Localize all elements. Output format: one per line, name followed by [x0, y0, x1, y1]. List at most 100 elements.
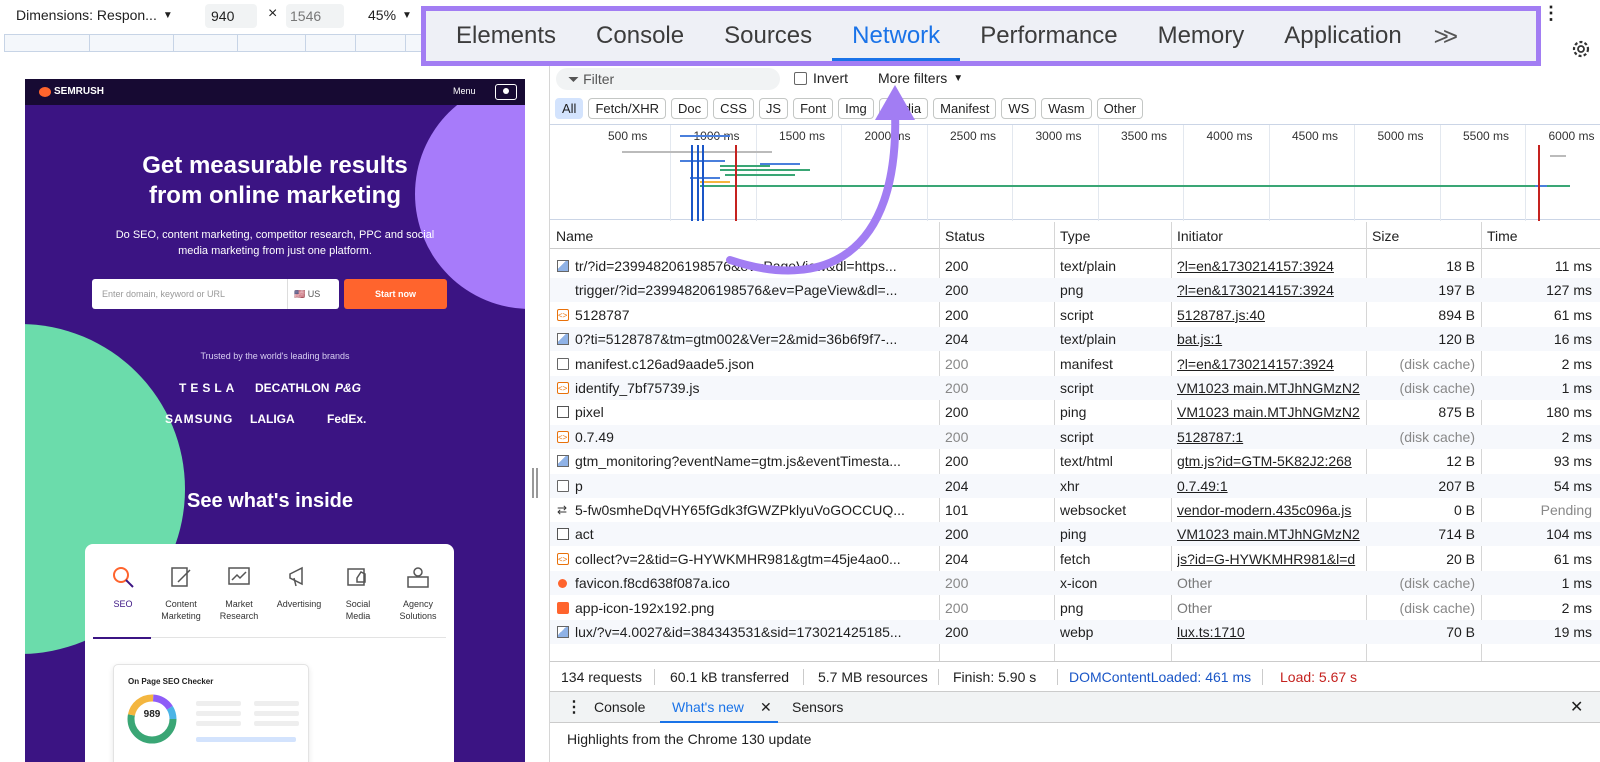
- drawer-tab-console[interactable]: Console: [594, 692, 645, 723]
- filter-chip-css[interactable]: CSS: [713, 98, 754, 119]
- column-header-size[interactable]: Size: [1372, 228, 1399, 244]
- table-row[interactable]: trigger/?id=239948206198576&ev=PageView&…: [550, 278, 1600, 303]
- table-row[interactable]: tr/?id=239948206198576&ev=PageView&dl=ht…: [550, 254, 1600, 278]
- zoom-dropdown[interactable]: 45% ▼: [368, 7, 412, 23]
- country-select[interactable]: 🇺🇸 US: [287, 279, 339, 309]
- table-row[interactable]: pixel 200 ping VM1023 main.MTJhNGMzN2 875 B 1…: [550, 400, 1600, 424]
- filter-chip-doc[interactable]: Doc: [671, 98, 709, 119]
- request-initiator: Other: [1177, 575, 1213, 592]
- table-row[interactable]: gtm_monitoring?eventName=gtm.js&eventTim…: [550, 449, 1600, 473]
- request-time: 19 ms: [1553, 624, 1592, 640]
- timeline-gridline: [1354, 125, 1355, 221]
- filter-chip-media[interactable]: Media: [878, 98, 929, 119]
- table-row[interactable]: lux/?v=4.0027&id=384343531&sid=173021425…: [550, 620, 1600, 644]
- filter-chip-js[interactable]: JS: [758, 98, 789, 119]
- user-icon[interactable]: [495, 84, 517, 100]
- filter-chip-ws[interactable]: WS: [1001, 98, 1037, 119]
- timeline-gridline: [1268, 125, 1270, 221]
- request-initiator[interactable]: lux.ts:1710: [1177, 620, 1360, 644]
- request-initiator[interactable]: 5128787.js:40: [1177, 303, 1360, 327]
- close-tab-icon[interactable]: ✕: [760, 692, 772, 723]
- panel-resize-handle[interactable]: [532, 468, 538, 498]
- table-row[interactable]: 0.7.49 200 script 5128787:1 (disk cache) 2 ms: [550, 424, 1600, 450]
- settings-gear-icon[interactable]: [1570, 38, 1592, 60]
- table-row[interactable]: identify_7bf75739.js 200 script VM1023 main…: [550, 376, 1600, 401]
- category-tab-market-research[interactable]: Market Research: [209, 564, 269, 622]
- request-initiator[interactable]: VM1023 main.MTJhNGMzN2: [1177, 522, 1360, 546]
- request-type: xhr: [1060, 477, 1080, 494]
- category-tab-social-media[interactable]: Social Media: [328, 564, 388, 622]
- table-row[interactable]: app-icon-192x192.png 200 png Other (disk cac…: [550, 596, 1600, 620]
- request-initiator[interactable]: ?l=en&1730214157:3924: [1177, 352, 1360, 376]
- request-initiator[interactable]: ?l=en&1730214157:3924: [1177, 278, 1360, 302]
- filter-chip-font[interactable]: Font: [793, 98, 834, 119]
- column-header-type[interactable]: Type: [1060, 228, 1090, 244]
- request-initiator[interactable]: vendor-modern.435c096a.js: [1177, 498, 1360, 522]
- width-input[interactable]: 940: [205, 4, 257, 28]
- table-row[interactable]: manifest.c126ad9aade5.json 200 manifest ?l=…: [550, 352, 1600, 376]
- request-initiator[interactable]: VM1023 main.MTJhNGMzN2: [1177, 376, 1360, 400]
- request-initiator[interactable]: js?id=G-HYWKMHR981&l=d: [1177, 547, 1360, 571]
- drawer-tab-whats-new[interactable]: What's new: [672, 692, 744, 723]
- request-table-body[interactable]: tr/?id=239948206198576&ev=PageView&dl=ht…: [550, 250, 1600, 661]
- semrush-logo[interactable]: SEMRUSH: [39, 86, 104, 97]
- devtools-tab-console[interactable]: Console: [576, 11, 704, 61]
- filter-chip-img[interactable]: Img: [838, 98, 874, 119]
- timeline-gridline: [1183, 125, 1184, 221]
- invert-checkbox[interactable]: Invert: [794, 70, 848, 86]
- filter-chip-all[interactable]: All: [555, 98, 584, 119]
- table-row[interactable]: 0?ti=5128787&tm=gtm002&Ver=2&mid=36b6f9f…: [550, 327, 1600, 352]
- drawer-tab-sensors[interactable]: Sensors: [792, 692, 843, 723]
- more-tabs-chevron-icon[interactable]: >>: [1422, 21, 1458, 52]
- devtools-tab-sources[interactable]: Sources: [704, 11, 832, 61]
- table-row[interactable]: 5128787 200 script 5128787.js:40 894 B 61 ms: [550, 303, 1600, 328]
- timeline-gridline: [670, 125, 671, 221]
- category-tab-advertising[interactable]: Advertising: [269, 564, 329, 610]
- request-initiator[interactable]: 0.7.49:1: [1177, 474, 1360, 498]
- request-size: 0 B: [1453, 502, 1475, 518]
- request-name: act: [575, 526, 594, 543]
- request-initiator[interactable]: 5128787:1: [1177, 425, 1360, 449]
- dimensions-dropdown[interactable]: Dimensions: Respon... ▼: [16, 7, 173, 23]
- close-drawer-icon[interactable]: ✕: [1570, 692, 1583, 723]
- seo-row: [196, 721, 241, 726]
- menu-button[interactable]: Menu: [453, 86, 476, 96]
- devtools-tab-performance[interactable]: Performance: [960, 11, 1137, 61]
- filter-chip-manifest[interactable]: Manifest: [933, 98, 997, 119]
- network-overview-timeline[interactable]: 500 ms1000 ms1500 ms2000 ms2500 ms3000 m…: [550, 124, 1600, 221]
- devtools-tab-application[interactable]: Application: [1264, 11, 1421, 61]
- column-header-name[interactable]: Name: [556, 228, 593, 244]
- table-row[interactable]: act 200 ping VM1023 main.MTJhNGMzN2 714 B 104…: [550, 522, 1600, 547]
- height-input[interactable]: 1546: [286, 4, 344, 28]
- category-tab-content-marketing[interactable]: Content Marketing: [151, 564, 211, 622]
- table-row[interactable]: ⇄ 5-fw0smheDqVHY65fGdk3fGWZPklyuVoGOCCUQ.…: [550, 498, 1600, 522]
- timeline-request-bar: [700, 185, 1570, 187]
- request-initiator[interactable]: ?l=en&1730214157:3924: [1177, 254, 1360, 278]
- filter-chip-wasm[interactable]: Wasm: [1041, 98, 1092, 119]
- column-header-initiator[interactable]: Initiator: [1177, 228, 1223, 244]
- domain-input[interactable]: Enter domain, keyword or URL: [92, 279, 287, 309]
- devtools-tab-memory[interactable]: Memory: [1138, 11, 1265, 61]
- table-row[interactable]: p 204 xhr 0.7.49:1 207 B 54 ms: [550, 473, 1600, 498]
- kebab-menu-icon[interactable]: ⋮: [1542, 3, 1560, 24]
- request-initiator[interactable]: bat.js:1: [1177, 327, 1360, 351]
- table-row[interactable]: favicon.f8cd638f087a.ico 200 x-icon Other (d…: [550, 571, 1600, 596]
- table-row[interactable]: collect?v=2&tid=G-HYWKMHR981&gtm=45je4ao…: [550, 547, 1600, 572]
- column-header-time[interactable]: Time: [1487, 228, 1518, 244]
- category-tab-seo[interactable]: SEO: [93, 564, 153, 610]
- drawer-menu-icon[interactable]: ⋮: [566, 692, 582, 723]
- category-tab-agency-solutions[interactable]: Agency Solutions: [388, 564, 448, 622]
- more-filters-dropdown[interactable]: More filters ▼: [878, 70, 963, 86]
- dimensions-label: Dimensions: Respon...: [16, 7, 157, 23]
- request-initiator[interactable]: VM1023 main.MTJhNGMzN2: [1177, 400, 1360, 424]
- devtools-tab-network[interactable]: Network: [832, 11, 961, 61]
- request-initiator[interactable]: gtm.js?id=GTM-5K82J2:268: [1177, 449, 1360, 473]
- filter-input[interactable]: ⏷ Filter: [556, 68, 780, 90]
- column-header-status[interactable]: Status: [945, 228, 985, 244]
- devtools-tab-elements[interactable]: Elements: [436, 11, 576, 61]
- start-now-button[interactable]: Start now: [344, 279, 447, 309]
- filter-chip-other[interactable]: Other: [1096, 98, 1144, 119]
- devtools-tabbar: Elements Console Sources Network Performance…: [421, 6, 1541, 66]
- screenshot: Dimensions: Respon... ▼ 940 × 1546 45% ▼…: [0, 0, 1600, 762]
- filter-chip-fetchxhr[interactable]: Fetch/XHR: [588, 98, 667, 119]
